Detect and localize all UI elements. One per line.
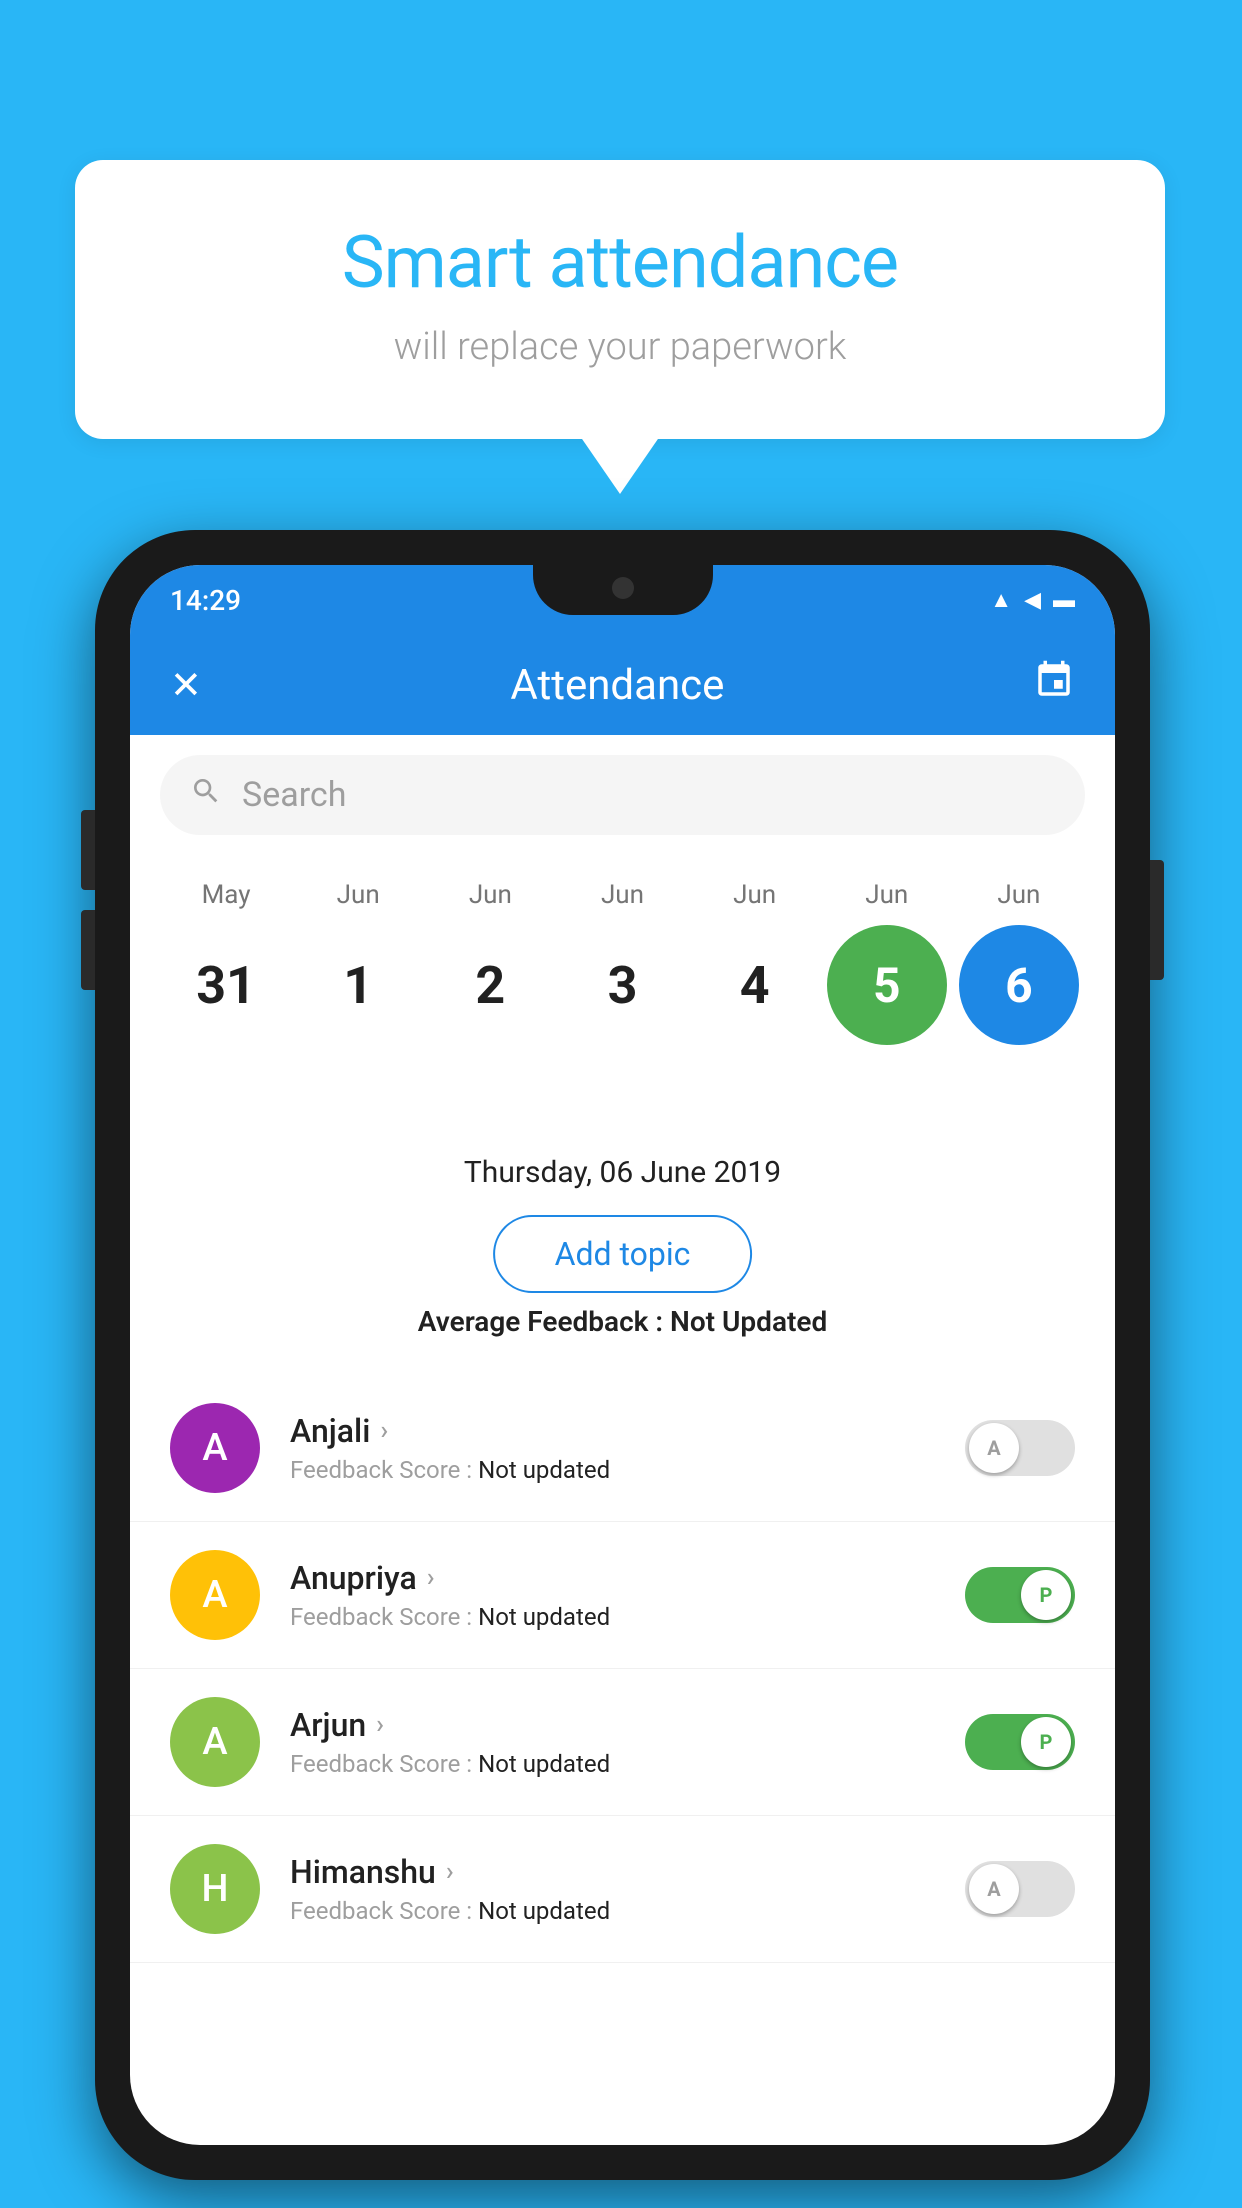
toggle-knob-arjun: P [1021,1717,1071,1767]
date-31[interactable]: 31 [166,925,286,1045]
month-4: Jun [695,880,815,910]
student-item-himanshu: H Himanshu › Feedback Score : Not update… [130,1816,1115,1963]
month-0: May [166,880,286,910]
toggle-knob-anjali: A [969,1423,1019,1473]
student-feedback-himanshu: Feedback Score : Not updated [290,1897,935,1925]
date-5[interactable]: 5 [827,925,947,1045]
toggle-anupriya[interactable]: P [965,1567,1075,1623]
speech-bubble: Smart attendance will replace your paper… [75,160,1165,439]
chevron-icon: › [446,1857,454,1887]
add-topic-button[interactable]: Add topic [493,1215,753,1293]
student-feedback-anupriya: Feedback Score : Not updated [290,1603,935,1631]
date-3[interactable]: 3 [562,925,682,1045]
avatar-anupriya: A [170,1550,260,1640]
avatar-arjun: A [170,1697,260,1787]
student-name-anjali[interactable]: Anjali › [290,1412,935,1450]
speech-bubble-title: Smart attendance [155,220,1085,305]
toggle-knob-himanshu: A [969,1864,1019,1914]
student-name-anupriya[interactable]: Anupriya › [290,1559,935,1597]
student-info-arjun: Arjun › Feedback Score : Not updated [290,1706,935,1778]
student-info-anupriya: Anupriya › Feedback Score : Not updated [290,1559,935,1631]
avg-feedback: Average Feedback : Not Updated [130,1305,1115,1338]
toggle-arjun[interactable]: P [965,1714,1075,1770]
volume-down-button [81,910,95,990]
student-name-himanshu[interactable]: Himanshu › [290,1853,935,1891]
avatar-anjali: A [170,1403,260,1493]
month-3: Jun [562,880,682,910]
search-placeholder: Search [242,775,346,815]
date-1[interactable]: 1 [298,925,418,1045]
app-bar: ✕ Attendance [130,635,1115,735]
calendar-dates-row: 31 1 2 3 4 5 6 [130,915,1115,1065]
status-icons: ▲ ◀ ▬ [990,587,1075,613]
battery-icon: ▬ [1053,587,1075,613]
search-icon [190,774,222,816]
student-list: A Anjali › Feedback Score : Not updated … [130,1375,1115,1963]
student-info-himanshu: Himanshu › Feedback Score : Not updated [290,1853,935,1925]
toggle-knob-anupriya: P [1021,1570,1071,1620]
month-5: Jun [827,880,947,910]
chevron-icon: › [380,1416,388,1446]
signal-icon: ◀ [1024,588,1041,613]
student-item-arjun: A Arjun › Feedback Score : Not updated P [130,1669,1115,1816]
calendar-section: May Jun Jun Jun Jun Jun Jun 31 1 2 3 4 5… [130,845,1115,1085]
chevron-icon: › [376,1710,384,1740]
power-button [1150,860,1164,980]
toggle-anjali[interactable]: A [965,1420,1075,1476]
date-2[interactable]: 2 [430,925,550,1045]
status-time: 14:29 [170,584,241,617]
calendar-months-row: May Jun Jun Jun Jun Jun Jun [130,865,1115,915]
close-button[interactable]: ✕ [170,663,202,708]
phone-screen: 14:29 ▲ ◀ ▬ ✕ Attendance [130,565,1115,2145]
date-4[interactable]: 4 [695,925,815,1045]
avatar-himanshu: H [170,1844,260,1934]
student-item-anjali: A Anjali › Feedback Score : Not updated … [130,1375,1115,1522]
wifi-icon: ▲ [990,587,1012,613]
calendar-icon[interactable] [1033,659,1075,711]
student-item-anupriya: A Anupriya › Feedback Score : Not update… [130,1522,1115,1669]
app-bar-title: Attendance [510,661,724,710]
camera-dot [612,577,634,599]
chevron-icon: › [427,1563,435,1593]
phone-notch [533,565,713,615]
volume-up-button [81,810,95,890]
speech-bubble-subtitle: will replace your paperwork [155,325,1085,369]
phone-frame: 14:29 ▲ ◀ ▬ ✕ Attendance [95,530,1150,2180]
month-2: Jun [430,880,550,910]
student-name-arjun[interactable]: Arjun › [290,1706,935,1744]
student-info-anjali: Anjali › Feedback Score : Not updated [290,1412,935,1484]
search-bar-container: Search [130,735,1115,855]
month-1: Jun [298,880,418,910]
toggle-himanshu[interactable]: A [965,1861,1075,1917]
student-feedback-arjun: Feedback Score : Not updated [290,1750,935,1778]
selected-date-label: Thursday, 06 June 2019 [130,1155,1115,1190]
month-6: Jun [959,880,1079,910]
date-6[interactable]: 6 [959,925,1079,1045]
student-feedback-anjali: Feedback Score : Not updated [290,1456,935,1484]
search-bar[interactable]: Search [160,755,1085,835]
